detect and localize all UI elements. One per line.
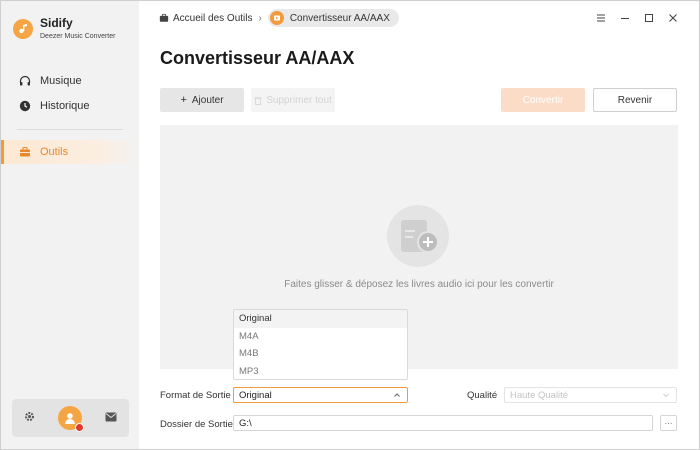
clock-icon <box>19 100 31 112</box>
breadcrumb-home[interactable]: Accueil des Outils <box>159 13 252 24</box>
sidebar-divider <box>17 129 123 130</box>
quality-select[interactable]: Haute Qualité <box>504 387 677 403</box>
sidebar-item-outils[interactable]: Outils <box>1 140 139 164</box>
browse-folder-button[interactable]: ··· <box>660 415 677 431</box>
app-subtitle: Deezer Music Converter <box>40 33 116 40</box>
app-window: Sidify Deezer Music Converter Musique Hi… <box>0 0 700 450</box>
delete-all-label: Supprimer tout <box>266 94 332 106</box>
sidebar-item-label: Outils <box>40 146 69 158</box>
add-button[interactable]: + Ajouter <box>160 88 244 112</box>
close-icon[interactable] <box>661 11 685 25</box>
output-format-select[interactable]: Original <box>233 387 408 403</box>
sidebar-footer <box>12 399 129 437</box>
mail-icon[interactable] <box>105 409 117 427</box>
minimize-icon[interactable] <box>613 11 637 25</box>
format-option[interactable]: MP3 <box>234 363 407 381</box>
breadcrumb-current-label: Convertisseur AA/AAX <box>289 12 390 24</box>
quality-value: Haute Qualité <box>510 389 569 401</box>
menu-icon[interactable] <box>589 11 613 25</box>
breadcrumb: Accueil des Outils › Convertisseur AA/AA… <box>159 9 399 27</box>
audiobook-icon <box>269 11 284 25</box>
output-format-value: Original <box>239 389 272 401</box>
avatar[interactable] <box>57 406 84 432</box>
chevron-up-icon <box>393 391 401 402</box>
sidebar-item-label: Historique <box>40 100 90 112</box>
chevron-down-icon <box>662 391 670 402</box>
drop-hint: Faites glisser & déposez les livres audi… <box>284 279 554 290</box>
convert-button[interactable]: Convertir <box>501 88 585 112</box>
add-button-label: Ajouter <box>191 94 224 106</box>
breadcrumb-home-label: Accueil des Outils <box>173 12 253 24</box>
trash-icon <box>254 96 262 105</box>
brand: Sidify Deezer Music Converter <box>13 16 115 42</box>
breadcrumb-current: Convertisseur AA/AAX <box>267 9 399 27</box>
toolbox-icon <box>159 13 169 23</box>
music-note-logo-icon <box>13 19 33 39</box>
page-title: Convertisseur AA/AAX <box>160 48 355 68</box>
notification-badge <box>74 423 84 432</box>
sidebar-item-label: Musique <box>40 75 82 87</box>
back-button[interactable]: Revenir <box>593 88 677 112</box>
sidebar-item-musique[interactable]: Musique <box>1 69 139 93</box>
format-option[interactable]: Original <box>234 310 407 328</box>
format-dropdown-list: Original M4A M4B MP3 <box>233 309 408 380</box>
window-controls <box>589 11 685 25</box>
chevron-right-icon: › <box>258 12 262 24</box>
gear-icon[interactable] <box>24 409 35 427</box>
sidebar: Sidify Deezer Music Converter Musique Hi… <box>1 1 139 449</box>
headphones-icon <box>19 75 31 87</box>
add-file-icon <box>387 205 449 267</box>
delete-all-button[interactable]: Supprimer tout <box>251 88 335 112</box>
plus-icon: + <box>180 94 187 106</box>
format-option[interactable]: M4A <box>234 328 407 346</box>
format-option[interactable]: M4B <box>234 345 407 363</box>
output-format-label: Format de Sortie <box>160 390 231 401</box>
maximize-icon[interactable] <box>637 11 661 25</box>
quality-label: Qualité <box>467 390 498 401</box>
sidebar-item-historique[interactable]: Historique <box>1 94 139 118</box>
toolbox-icon <box>19 146 31 158</box>
output-folder-input[interactable]: G:\ <box>233 415 653 431</box>
app-name: Sidify <box>40 16 73 30</box>
output-folder-label: Dossier de Sortie <box>160 419 233 430</box>
